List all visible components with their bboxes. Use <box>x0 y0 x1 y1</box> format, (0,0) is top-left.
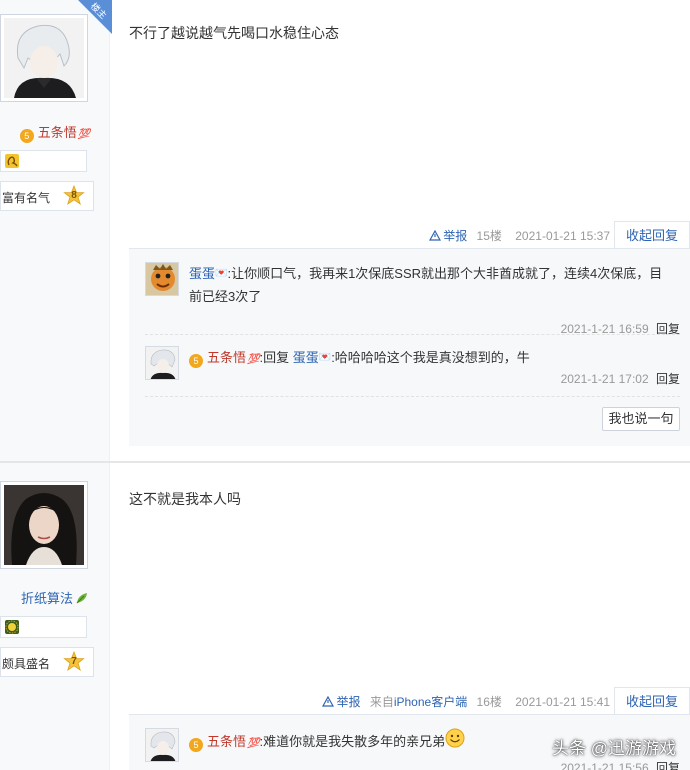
post-time: 2021-01-21 15:41 <box>515 695 610 709</box>
reply-item: 5 五条悟💯:回复 蛋蛋💌:哈哈哈哈这个我是真没想到的，牛 2021-1-21 1… <box>145 346 680 391</box>
thread-owner-badge: 楼主 <box>78 0 112 34</box>
client-link[interactable]: iPhone客户端 <box>394 695 467 709</box>
author-name[interactable]: 折纸算法 <box>21 591 73 606</box>
warning-icon <box>429 230 442 241</box>
avatar-image-dark-hair <box>4 485 84 565</box>
fame-box: 颇具盛名 7 <box>0 647 94 677</box>
reply-text: 蛋蛋💌:让你顺口气，我再来1次保底SSR就出那个大非酋成就了，连续4次保底，目前… <box>189 262 669 308</box>
fan-badge-box <box>0 616 87 638</box>
sun-badge-icon <box>5 620 19 634</box>
reply-section: 蛋蛋💌:让你顺口气，我再来1次保底SSR就出那个大非酋成就了，连续4次保底，目前… <box>129 248 690 446</box>
report-link[interactable]: 举报 <box>322 695 360 709</box>
post-content: 不行了越说越气先喝口水稳住心态 <box>129 25 339 41</box>
post-meta: 举报 15楼 2021-01-21 15:37 <box>429 227 610 244</box>
watermark: 头条 @迅游游戏 <box>552 739 676 758</box>
reply-time: 2021-1-21 17:02 <box>560 372 649 386</box>
heart-letter-icon: 💌 <box>318 352 332 363</box>
fame-label: 颇具盛名 <box>2 657 51 671</box>
level-icon: 5 <box>189 738 203 752</box>
reply-target-user[interactable]: 蛋蛋 <box>293 350 319 365</box>
reply-button[interactable]: 回复 <box>656 372 680 386</box>
post-meta: 举报 来自iPhone客户端 16楼 2021-01-21 15:41 <box>322 693 610 710</box>
leo-zodiac-icon <box>5 154 19 168</box>
fame-label: 富有名气 <box>2 191 51 205</box>
reply-divider <box>145 334 680 335</box>
avatar-image-white-hair <box>4 18 84 98</box>
reply-time: 2021-1-21 15:56 <box>560 761 649 770</box>
reply-avatar[interactable] <box>145 346 179 380</box>
fan-badge-box <box>0 150 87 172</box>
post-floor-16: 折纸算法 颇具盛名 7 这不就是我本人吗 举报 来自iPhone客户端 16楼 … <box>0 463 690 770</box>
reply-meta: 2021-1-21 15:56 回复 <box>561 759 680 770</box>
hundred-points-icon: 💯 <box>247 354 260 365</box>
smiley-icon <box>445 728 465 748</box>
leaf-icon <box>76 593 87 604</box>
floor-number: 15楼 <box>476 229 502 243</box>
fame-star-icon: 8 <box>63 184 85 207</box>
author-name-row: 5 五条悟💯 <box>0 122 110 143</box>
warning-icon <box>322 696 335 707</box>
reply-user[interactable]: 五条悟 <box>207 734 246 749</box>
reply-avatar[interactable] <box>145 262 179 296</box>
reply-user[interactable]: 蛋蛋 <box>189 266 215 281</box>
report-link[interactable]: 举报 <box>429 229 467 243</box>
level-icon: 5 <box>19 129 34 143</box>
hundred-points-icon: 💯 <box>247 738 260 749</box>
reply-divider <box>145 396 680 397</box>
author-avatar[interactable] <box>0 14 88 102</box>
reply-text: 5 五条悟💯:回复 蛋蛋💌:哈哈哈哈这个我是真没想到的，牛 <box>189 346 669 371</box>
reply-meta: 2021-1-21 17:02 回复 <box>561 370 680 387</box>
add-reply-button[interactable]: 我也说一句 <box>602 407 680 431</box>
reply-button[interactable]: 回复 <box>656 761 680 770</box>
floor-number: 16楼 <box>476 695 502 709</box>
hundred-points-icon: 💯 <box>77 129 91 140</box>
reply-item: 蛋蛋💌:让你顺口气，我再来1次保底SSR就出那个大非酋成就了，连续4次保底，目前… <box>145 262 680 336</box>
author-name[interactable]: 五条悟 <box>38 125 77 140</box>
post-content: 这不就是我本人吗 <box>129 491 241 507</box>
heart-letter-icon: 💌 <box>215 268 228 279</box>
collapse-replies-tab[interactable]: 收起回复 <box>614 221 690 249</box>
reply-avatar[interactable] <box>145 728 179 762</box>
reply-user[interactable]: 五条悟 <box>207 350 246 365</box>
collapse-replies-tab[interactable]: 收起回复 <box>614 687 690 715</box>
client-source: 来自iPhone客户端 <box>369 695 468 709</box>
fame-box: 富有名气 8 <box>0 181 94 211</box>
author-sidebar: 折纸算法 颇具盛名 7 <box>0 463 110 770</box>
fame-star-icon: 7 <box>63 650 85 673</box>
post-floor-15: 楼主 5 五条悟💯 富有名气 8 不行了越说越气先喝口水稳住心态 举报 15楼 2… <box>0 0 690 461</box>
post-time: 2021-01-21 15:37 <box>515 229 610 243</box>
author-name-row: 折纸算法 <box>0 588 110 607</box>
author-avatar[interactable] <box>0 481 88 569</box>
author-sidebar: 楼主 5 五条悟💯 富有名气 8 <box>0 0 112 461</box>
level-icon: 5 <box>189 354 203 368</box>
